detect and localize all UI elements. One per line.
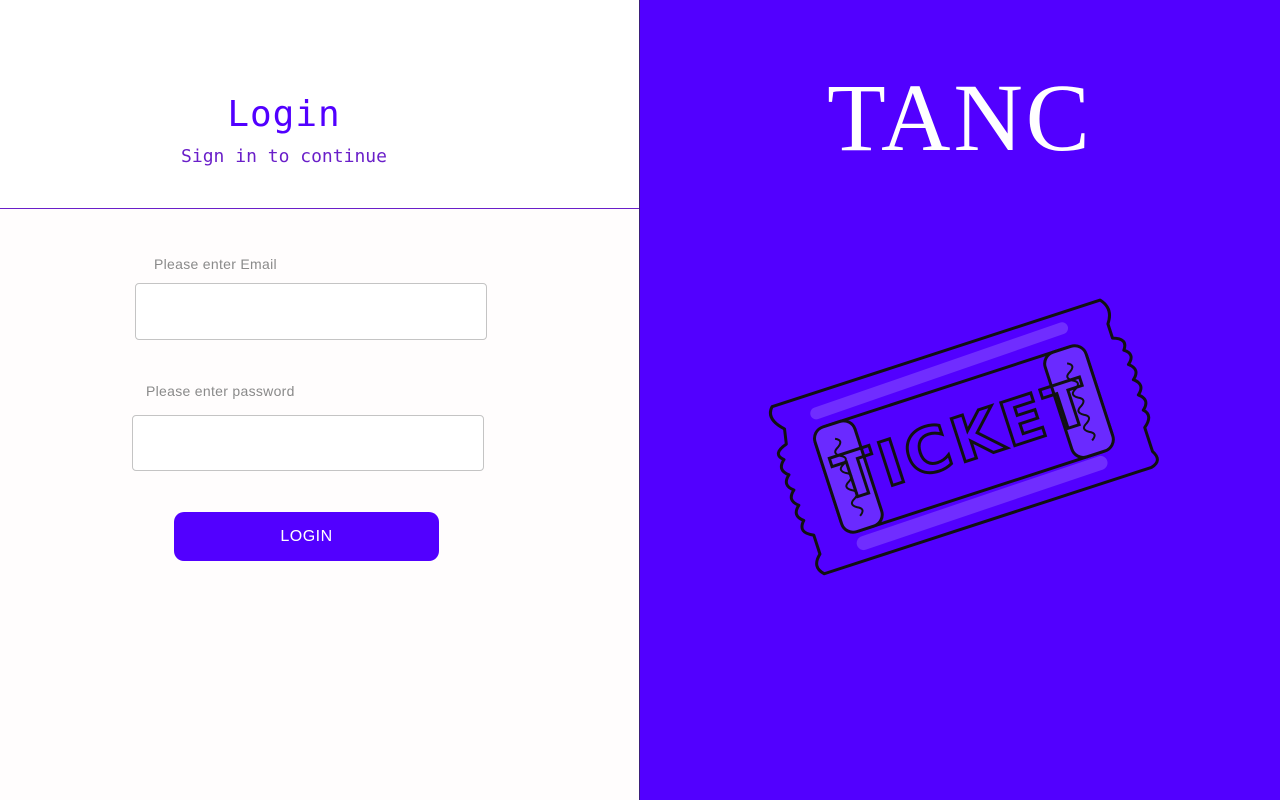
password-field[interactable] xyxy=(132,415,484,471)
ticket-illustration: TICKET xyxy=(768,298,1159,576)
login-button[interactable]: LOGIN xyxy=(174,512,439,561)
page-subtitle: Sign in to continue xyxy=(181,146,387,167)
password-label: Please enter password xyxy=(146,383,295,399)
login-pane: Login Sign in to continue Please enter E… xyxy=(0,0,639,800)
page-title: Login xyxy=(227,94,341,135)
header-divider xyxy=(0,208,639,209)
login-header: Login Sign in to continue xyxy=(0,0,639,208)
email-label: Please enter Email xyxy=(154,256,277,272)
email-field[interactable] xyxy=(135,283,487,340)
brand-title: TANC xyxy=(827,64,1093,171)
